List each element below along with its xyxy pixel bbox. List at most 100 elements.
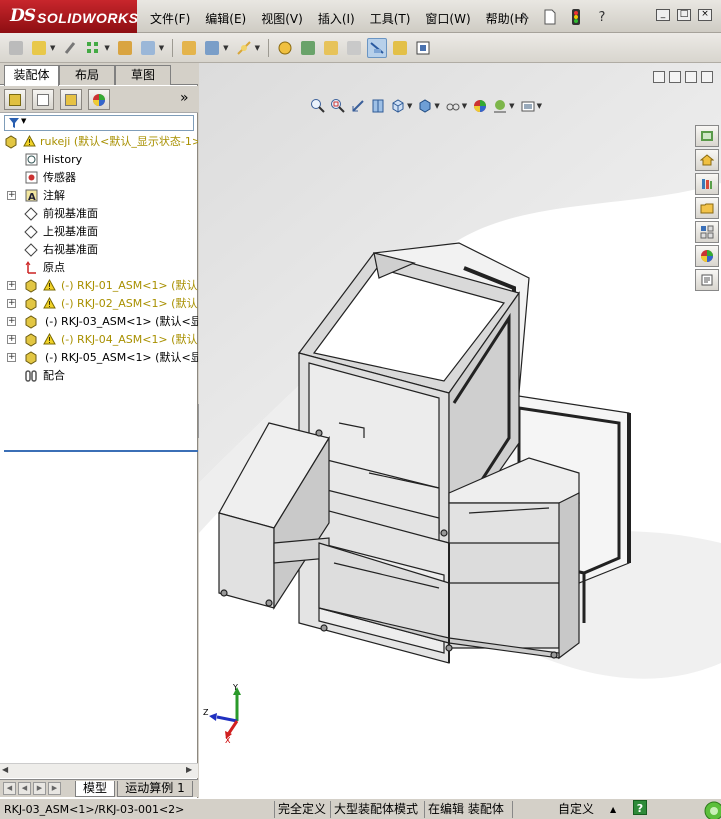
menu-edit[interactable]: 编辑(E) [205,10,246,27]
chevron-down-icon[interactable]: ▼ [21,117,26,125]
clearance-verification-icon[interactable] [390,38,410,58]
expand-icon[interactable]: + [7,299,16,308]
tab-layout[interactable]: 布局 [59,65,115,85]
tab-model[interactable]: 模型 [75,781,115,797]
solidworks-logo[interactable]: DS SOLIDWORKS [0,0,138,33]
view-palette-icon[interactable] [695,221,719,243]
expand-icon[interactable]: + [7,353,16,362]
tree-item-rkj-01[interactable]: + ! (-) RKJ-01_ASM<1> (默认<显示状态-1>) [0,277,198,295]
home-icon[interactable] [695,149,719,171]
previous-view-icon[interactable] [349,97,367,115]
section-view-icon[interactable] [369,97,387,115]
hide-show-items-icon[interactable] [444,97,462,115]
horizontal-scrollbar[interactable]: ◀ ▶ [0,763,198,778]
expand-icon[interactable]: + [7,281,16,290]
viewport-maximize-icon[interactable] [701,71,713,83]
scroll-left-icon[interactable]: ◀ [2,765,8,774]
tree-item-rkj-02[interactable]: + ! (-) RKJ-02_ASM<1> (默认<显示状态-1>) [0,295,198,313]
property-manager-tab-icon[interactable] [32,89,54,110]
next-tab-icon[interactable]: ▶ [33,782,46,795]
tree-item-rkj-03[interactable]: + (-) RKJ-03_ASM<1> (默认<显示状态-1>) [0,313,198,331]
tree-item-top-plane[interactable]: 上视基准面 [0,223,198,241]
mate-icon[interactable] [60,38,80,58]
show-hidden-components-icon[interactable] [179,38,199,58]
chevron-down-icon[interactable]: ▼ [159,44,164,52]
tree-root-assembly[interactable]: ! rukeji (默认<默认_显示状态-1>) [0,133,198,151]
reference-geometry-icon[interactable] [234,38,254,58]
insert-component-icon[interactable] [29,38,49,58]
menu-window[interactable]: 窗口(W) [425,10,470,27]
tree-item-rkj-05[interactable]: + (-) RKJ-05_ASM<1> (默认<显示状态-1>) [0,349,198,367]
chevron-down-icon[interactable]: ▼ [104,44,109,52]
tree-item-front-plane[interactable]: 前视基准面 [0,205,198,223]
viewport-split-icon[interactable] [669,71,681,83]
restore-icon[interactable]: □ [677,9,691,21]
appearances-icon[interactable] [695,245,719,267]
rebuild-indicator-icon[interactable] [700,799,721,819]
file-explorer-icon[interactable] [695,197,719,219]
pin-icon[interactable] [514,7,534,27]
tab-motion-study[interactable]: 运动算例 1 [117,781,193,797]
chevron-down-icon[interactable]: ▼ [50,44,55,52]
display-manager-tab-icon[interactable] [88,89,110,110]
exploded-view-icon[interactable] [321,38,341,58]
configuration-manager-tab-icon[interactable] [60,89,82,110]
expand-icon[interactable]: + [7,317,16,326]
new-document-icon[interactable] [540,7,560,27]
tree-item-rkj-04[interactable]: + ! (-) RKJ-04_ASM<1> (默认<显示状态-1>) [0,331,198,349]
chevron-down-icon[interactable]: ▼ [537,102,542,110]
first-tab-icon[interactable]: ◀ [3,782,16,795]
view-settings-icon[interactable] [519,97,537,115]
viewport-restore-icon[interactable] [685,71,697,83]
last-tab-icon[interactable]: ▶ [48,782,61,795]
instant3d-icon[interactable] [413,38,433,58]
custom-properties-icon[interactable] [695,269,719,291]
assembly-model-illustration[interactable] [199,63,721,798]
new-motion-study-icon[interactable] [275,38,295,58]
chevron-down-icon[interactable]: ▼ [462,102,467,110]
quick-tips-help-icon[interactable]: ? [633,800,647,815]
expand-icon[interactable]: + [7,335,16,344]
move-component-icon[interactable] [138,38,158,58]
display-style-icon[interactable] [416,97,434,115]
graphics-area[interactable]: ▼ ▼ ▼ ▼ ▼ Y Z X [199,63,721,798]
scroll-right-icon[interactable]: ▶ [186,765,192,774]
traffic-light-icon[interactable] [566,7,586,27]
edit-appearance-icon[interactable] [471,97,489,115]
tree-item-right-plane[interactable]: 右视基准面 [0,241,198,259]
chevron-down-icon[interactable]: ▼ [434,102,439,110]
menu-view[interactable]: 视图(V) [261,10,303,27]
tree-item-sensors[interactable]: 传感器 [0,169,198,187]
chevron-down-icon[interactable]: ▼ [255,44,260,52]
design-library-icon[interactable] [695,173,719,195]
zoom-to-fit-icon[interactable] [309,97,327,115]
prev-tab-icon[interactable]: ◀ [18,782,31,795]
tree-item-annotations[interactable]: + A 注解 [0,187,198,205]
help-icon[interactable]: ? [592,7,612,27]
solidworks-resources-icon[interactable] [695,125,719,147]
tab-assembly[interactable]: 装配体 [4,65,59,86]
status-units-custom[interactable]: 自定义 [558,801,594,818]
zoom-to-area-icon[interactable] [329,97,347,115]
filter-icon[interactable] [8,117,20,129]
explode-line-sketch-icon[interactable] [344,38,364,58]
tree-item-origin[interactable]: 原点 [0,259,198,277]
chevron-down-icon[interactable]: ▼ [407,102,412,110]
bill-of-materials-icon[interactable] [298,38,318,58]
chevron-up-icon[interactable]: ▲ [610,801,616,818]
minimize-icon[interactable]: _ [656,9,670,21]
feature-tree-tab-icon[interactable] [4,89,26,110]
assembly-features-icon[interactable] [202,38,222,58]
tree-item-mates[interactable]: 配合 [0,367,198,385]
linear-pattern-icon[interactable] [83,38,103,58]
close-icon[interactable]: × [698,9,712,21]
viewport-split-icon[interactable] [653,71,665,83]
view-orientation-icon[interactable] [389,97,407,115]
tree-filter-input[interactable]: ▼ [4,115,194,131]
expand-panel-icon[interactable]: » [180,90,189,106]
tree-item-history[interactable]: History [0,151,198,169]
menu-tools[interactable]: 工具(T) [370,10,411,27]
menu-insert[interactable]: 插入(I) [318,10,355,27]
expand-icon[interactable]: + [7,191,16,200]
interference-detection-icon[interactable] [366,37,387,58]
